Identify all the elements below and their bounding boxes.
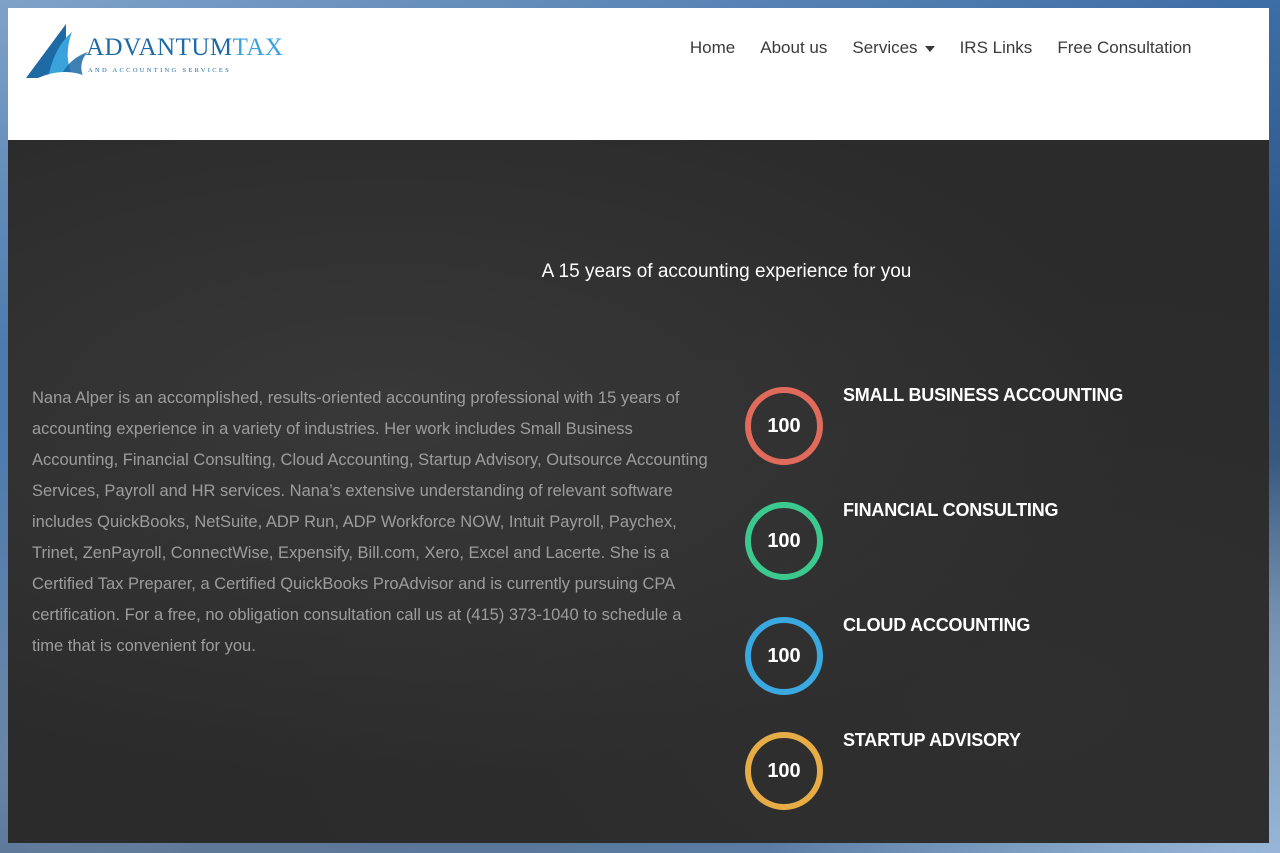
- brand-name: ADVANTUMTAX: [86, 34, 284, 62]
- nav-item-label: Services: [852, 38, 918, 57]
- bio-paragraph: Nana Alper is an accomplished, results-o…: [32, 389, 708, 655]
- section-headline: A 15 years of accounting experience for …: [541, 261, 912, 282]
- site-logo[interactable]: ADVANTUMTAX AND ACCOUNTING SERVICES: [26, 24, 296, 88]
- skill-item: 100 CLOUD ACCOUNTING: [743, 615, 1223, 730]
- nav-item-label: Home: [689, 38, 736, 57]
- skill-value: 100: [767, 414, 801, 437]
- main-nav: Home About us Services IRS Links Free Co…: [677, 36, 1204, 60]
- about-section: A 15 years of accounting experience for …: [8, 140, 1269, 843]
- skill-value: 100: [767, 529, 801, 552]
- brand-name-main: ADVANTUM: [86, 34, 233, 61]
- caret-down-icon: [924, 46, 935, 52]
- skill-title: STARTUP ADVISORY: [843, 730, 1021, 750]
- skill-value: 100: [767, 759, 801, 782]
- nav-item-irs-links[interactable]: IRS Links: [947, 36, 1045, 60]
- skill-item: 100 STARTUP ADVISORY: [743, 730, 1223, 845]
- brand-name-accent: TAX: [232, 34, 284, 61]
- skill-item: 100 SMALL BUSINESS ACCOUNTING: [743, 385, 1223, 500]
- sail-logo-icon: [26, 24, 90, 78]
- skill-item: 100 FINANCIAL CONSULTING: [743, 500, 1223, 615]
- nav-item-services[interactable]: Services: [840, 36, 947, 60]
- brand-tagline: AND ACCOUNTING SERVICES: [88, 67, 232, 74]
- skill-value: 100: [767, 644, 801, 667]
- nav-item-label: IRS Links: [959, 38, 1033, 57]
- nav-item-free-consultation[interactable]: Free Consultation: [1045, 36, 1204, 60]
- nav-item-label: About us: [760, 38, 828, 57]
- nav-item-home[interactable]: Home: [677, 36, 747, 60]
- nav-item-label: Free Consultation: [1057, 38, 1192, 57]
- nav-item-about-us[interactable]: About us: [748, 36, 840, 60]
- skill-title: CLOUD ACCOUNTING: [843, 615, 1031, 635]
- skill-title: FINANCIAL CONSULTING: [843, 500, 1059, 520]
- skills-list: 100 SMALL BUSINESS ACCOUNTING 100 FINANC…: [743, 385, 1223, 845]
- skill-title: SMALL BUSINESS ACCOUNTING: [843, 385, 1124, 405]
- site-header: ADVANTUMTAX AND ACCOUNTING SERVICES Home…: [8, 8, 1269, 140]
